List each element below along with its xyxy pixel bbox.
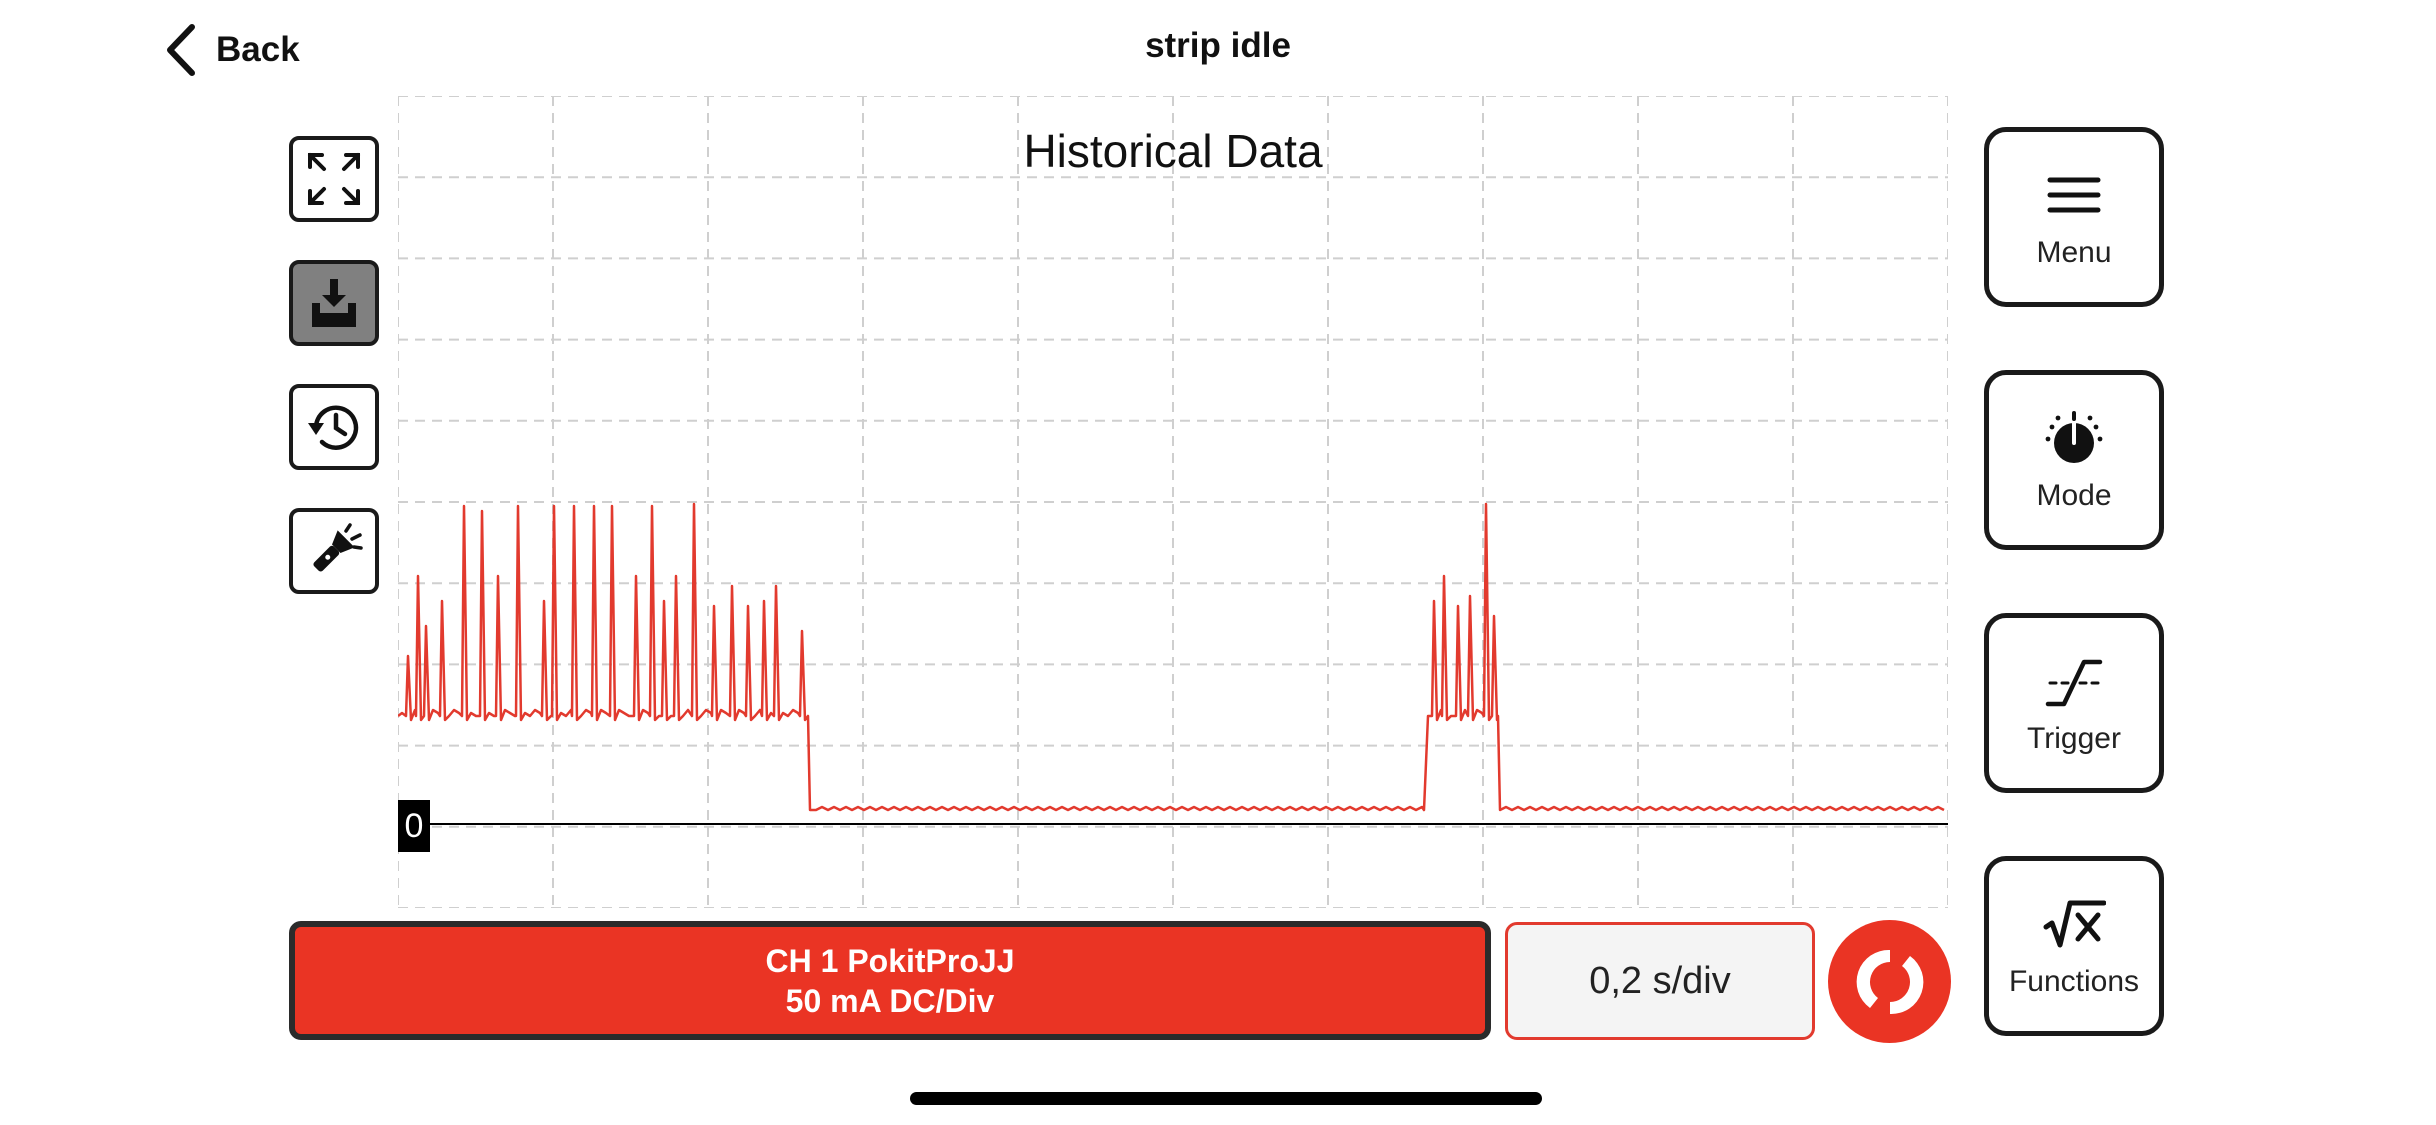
mode-label: Mode: [2036, 479, 2112, 512]
functions-button[interactable]: Functions: [1984, 856, 2164, 1036]
fullscreen-button[interactable]: [289, 136, 379, 222]
fullscreen-icon: [308, 153, 360, 205]
menu-icon: [2047, 177, 2101, 213]
timebase-button[interactable]: 0,2 s/div: [1505, 922, 1815, 1040]
timebase-label: 0,2 s/div: [1589, 959, 1731, 1002]
page-title: strip idle: [1145, 26, 1291, 65]
signal-trace: [398, 502, 1945, 812]
channel-button[interactable]: CH 1 PokitProJJ 50 mA DC/Div: [289, 921, 1491, 1040]
history-icon: [308, 405, 359, 450]
home-indicator: [910, 1092, 1542, 1105]
plot-grid: [398, 96, 1948, 908]
waveform-chart: [398, 96, 1948, 908]
flashlight-icon: [313, 523, 363, 572]
channel-name: CH 1 PokitProJJ: [765, 942, 1015, 979]
download-icon: [312, 279, 356, 327]
sqrt-function-icon: [2043, 900, 2106, 948]
run-button[interactable]: [1828, 920, 1951, 1043]
menu-label: Menu: [2036, 236, 2112, 269]
run-refresh-icon: [1856, 949, 1923, 1014]
trigger-button[interactable]: Trigger: [1984, 613, 2164, 793]
zero-marker: 0: [398, 800, 430, 852]
menu-button[interactable]: Menu: [1984, 127, 2164, 307]
plot-area[interactable]: Historical Data 0: [398, 96, 1948, 908]
trigger-label: Trigger: [2027, 722, 2121, 755]
trigger-icon: [2045, 659, 2103, 707]
mode-dial-icon: [2045, 411, 2103, 463]
mode-button[interactable]: Mode: [1984, 370, 2164, 550]
functions-label: Functions: [2008, 965, 2140, 998]
channel-scale: 50 mA DC/Div: [785, 982, 995, 1019]
plot-title: Historical Data: [1023, 125, 1323, 177]
history-button[interactable]: [289, 384, 379, 470]
flashlight-button[interactable]: [289, 508, 379, 594]
download-button[interactable]: [289, 260, 379, 346]
